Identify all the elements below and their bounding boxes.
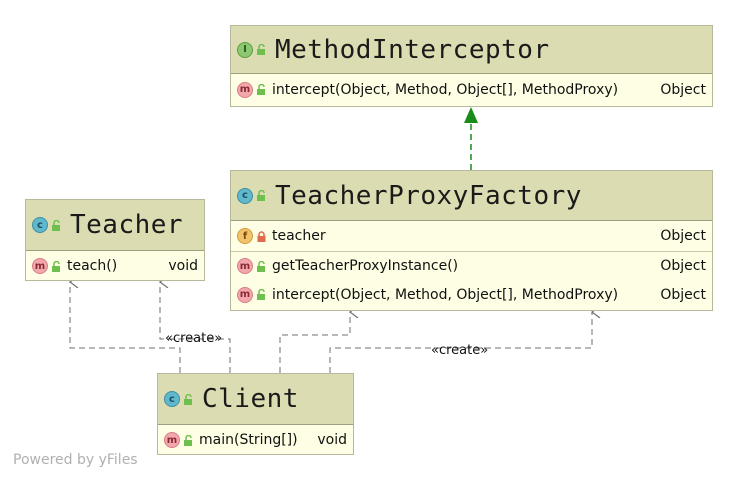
class-header: I MethodInterceptor: [231, 26, 712, 74]
method-icon: m: [164, 432, 180, 448]
method-signature: getTeacherProxyInstance(): [272, 258, 459, 274]
class-icon: c: [237, 187, 253, 204]
method-row[interactable]: m main(String[]) void: [158, 425, 353, 455]
class-icon: c: [164, 391, 180, 407]
public-icon: [52, 260, 60, 272]
class-name: Teacher: [70, 210, 184, 240]
public-icon: [257, 289, 265, 300]
class-name: MethodInterceptor: [275, 34, 550, 65]
method-return-type: void: [317, 432, 347, 448]
class-box-teacher[interactable]: c Teacher m teach() void: [25, 199, 205, 281]
class-box-teacher-proxy-factory[interactable]: c TeacherProxyFactory f teacher Object m…: [230, 170, 713, 311]
class-header: c Teacher: [26, 200, 204, 251]
powered-by-credit: Powered by yFiles: [13, 452, 138, 468]
dependency-client-teacher-outer: [70, 282, 181, 373]
class-name: TeacherProxyFactory: [275, 180, 582, 211]
method-return-type: void: [168, 258, 198, 274]
public-icon: [52, 219, 60, 231]
field-name: teacher: [272, 228, 326, 244]
create-label-right: «create»: [431, 343, 489, 358]
method-signature: teach(): [67, 258, 118, 274]
class-box-method-interceptor[interactable]: I MethodInterceptor m intercept(Object, …: [230, 25, 713, 107]
method-icon: m: [237, 258, 253, 274]
method-row[interactable]: m getTeacherProxyInstance() Object: [231, 251, 712, 280]
method-icon: m: [237, 81, 253, 98]
public-icon: [257, 84, 265, 95]
method-row[interactable]: m intercept(Object, Method, Object[], Me…: [231, 280, 712, 309]
class-icon: c: [32, 217, 48, 233]
method-icon: m: [237, 286, 253, 303]
class-header: c Client: [158, 374, 353, 425]
method-icon: m: [32, 258, 48, 274]
method-row[interactable]: m teach() void: [26, 251, 204, 281]
method-return-type: Object: [660, 286, 706, 303]
method-row[interactable]: m intercept(Object, Method, Object[], Me…: [231, 74, 712, 105]
class-header: c TeacherProxyFactory: [231, 171, 712, 221]
field-row[interactable]: f teacher Object: [231, 221, 712, 251]
method-return-type: Object: [660, 81, 706, 98]
public-icon: [184, 434, 192, 446]
public-icon: [257, 190, 265, 201]
public-icon: [184, 393, 192, 405]
create-label-left: «create»: [165, 331, 223, 346]
dependency-client-teacher-create: [160, 282, 231, 373]
method-signature: main(String[]): [199, 432, 298, 448]
method-signature: intercept(Object, Method, Object[], Meth…: [272, 286, 619, 303]
method-return-type: Object: [660, 258, 706, 274]
method-signature: intercept(Object, Method, Object[], Meth…: [272, 81, 619, 98]
public-icon: [257, 260, 265, 272]
field-icon: f: [237, 228, 253, 244]
dependency-client-factory: [279, 312, 350, 373]
field-type: Object: [660, 228, 706, 244]
private-lock-icon: [257, 230, 266, 242]
interface-icon: I: [237, 41, 253, 58]
class-box-client[interactable]: c Client m main(String[]) void: [157, 373, 354, 455]
public-icon: [257, 44, 265, 55]
realization-arrowhead: [464, 107, 478, 123]
class-name: Client: [202, 384, 299, 414]
